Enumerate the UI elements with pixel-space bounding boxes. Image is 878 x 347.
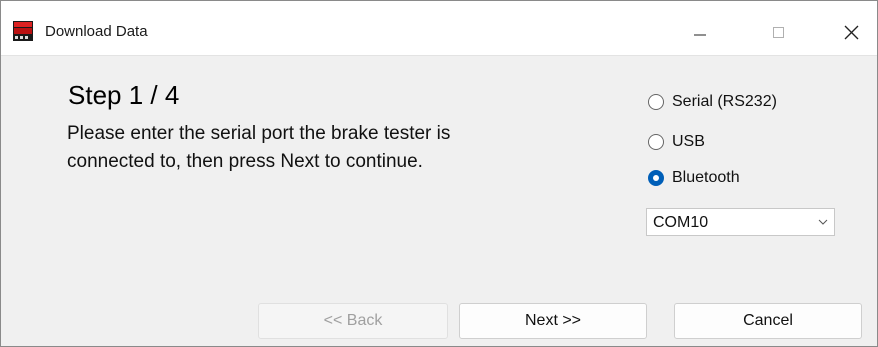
radio-usb-label[interactable]: USB — [672, 133, 705, 151]
cancel-button[interactable]: Cancel — [674, 303, 862, 339]
radio-bluetooth-label[interactable]: Bluetooth — [672, 169, 740, 187]
com-port-value: COM10 — [653, 214, 709, 231]
maximize-button[interactable] — [748, 1, 806, 55]
radio-bluetooth-circle[interactable] — [648, 170, 664, 186]
maximize-icon — [773, 27, 784, 38]
back-button[interactable]: << Back — [258, 303, 448, 339]
minimize-icon — [694, 34, 706, 36]
close-icon — [844, 25, 859, 40]
instructions-line-1: Please enter the serial port the brake t… — [67, 123, 451, 144]
step-title: Step 1 / 4 — [68, 80, 180, 110]
window-title: Download Data — [45, 23, 148, 40]
app-icon — [13, 21, 33, 41]
close-button[interactable] — [821, 1, 878, 55]
radio-serial-circle[interactable] — [648, 94, 664, 110]
com-port-dropdown[interactable]: COM10 — [646, 208, 835, 236]
title-bar[interactable]: Download Data — [1, 1, 877, 56]
instructions-line-2: connected to, then press Next to continu… — [67, 151, 423, 172]
radio-usb-circle[interactable] — [648, 134, 664, 150]
minimize-button[interactable] — [671, 1, 729, 55]
next-button[interactable]: Next >> — [459, 303, 647, 339]
radio-serial-label[interactable]: Serial (RS232) — [672, 93, 777, 111]
instructions-text: Please enter the serial port the brake t… — [67, 120, 587, 176]
download-data-window: Download Data Step 1 / 4 Please enter th… — [0, 0, 878, 347]
chevron-down-icon — [818, 219, 828, 225]
